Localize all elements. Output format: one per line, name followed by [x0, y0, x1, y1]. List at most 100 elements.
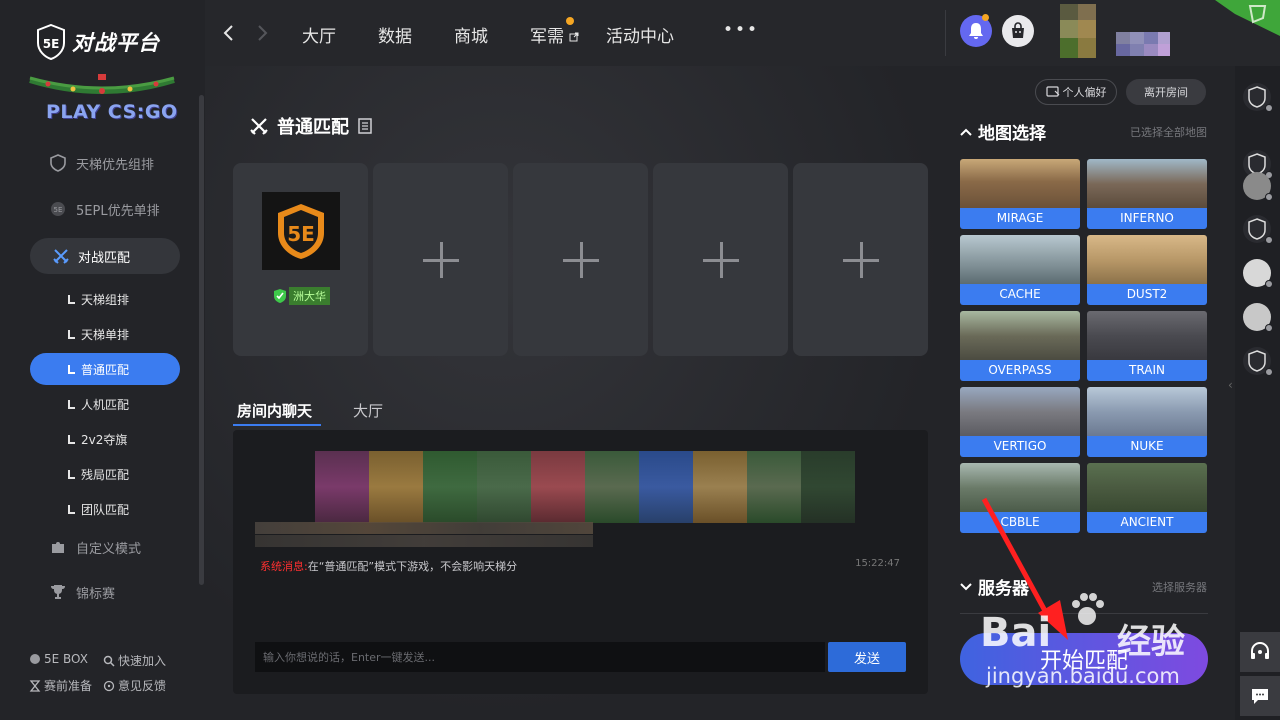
chat-panel: 系统消息:在“普通匹配”模式下游戏，不会影响天梯分 15:22:47 发送 [233, 430, 928, 694]
support-headset-icon[interactable] [1240, 632, 1280, 672]
sidebar-item-match[interactable]: 对战匹配 [30, 238, 180, 274]
empty-slot[interactable] [513, 163, 648, 356]
sub-item-ladder-solo[interactable]: 天梯单排 [68, 326, 129, 343]
start-match-button[interactable]: 开始匹配 [960, 633, 1208, 685]
map-card-ancient[interactable]: ANCIENT [1087, 463, 1207, 533]
map-thumbnail [1087, 311, 1207, 361]
app-logo[interactable]: 5E 对战平台 [36, 24, 160, 60]
tree-mark-icon [68, 295, 75, 304]
empty-slot[interactable] [373, 163, 508, 356]
player-name-tag: 洲大华 [273, 287, 330, 305]
tree-mark-icon [68, 470, 75, 479]
page-title: 普通匹配 [249, 113, 373, 139]
footer-label: 5E BOX [44, 652, 88, 666]
tab-shop[interactable]: 商城 [454, 22, 488, 47]
map-name: MIRAGE [960, 208, 1080, 229]
crossed-swords-icon [53, 249, 69, 264]
map-card-inferno[interactable]: INFERNO [1087, 159, 1207, 229]
tree-mark-icon [68, 330, 75, 339]
map-thumbnail [1087, 159, 1207, 209]
message-timestamp: 15:22:47 [855, 558, 900, 569]
sub-item-team-match[interactable]: 团队匹配 [68, 501, 129, 518]
sidebar-item-5epl[interactable]: 5E 5EPL优先单排 [48, 199, 160, 219]
back-arrow-icon[interactable] [222, 24, 236, 42]
footer-quick-join[interactable]: 快速加入 [103, 652, 166, 669]
map-thumbnail [1087, 235, 1207, 285]
sub-item-normal-match[interactable]: 普通匹配 [30, 353, 180, 385]
player-slot[interactable]: 5E 洲大华 [233, 163, 368, 356]
footer-feedback[interactable]: 意见反馈 [103, 677, 166, 694]
status-dot [1265, 236, 1273, 244]
map-name: CBBLE [960, 512, 1080, 533]
sidebar-item-label: 自定义模式 [76, 541, 142, 557]
footer-5ebox[interactable]: 5E BOX [29, 652, 88, 666]
collapse-arrow-icon[interactable]: ‹ [1228, 378, 1236, 398]
map-card-cbble[interactable]: CBBLE [960, 463, 1080, 533]
leave-room-button[interactable]: 离开房间 [1126, 79, 1206, 105]
tab-room-chat[interactable]: 房间内聊天 [237, 400, 312, 421]
map-card-dust2[interactable]: DUST2 [1087, 235, 1207, 305]
tree-mark-icon [68, 400, 75, 409]
sub-item-bot-match[interactable]: 人机匹配 [68, 396, 129, 413]
map-card-nuke[interactable]: NUKE [1087, 387, 1207, 457]
system-message-label: 系统消息: [260, 560, 308, 573]
map-name: OVERPASS [960, 360, 1080, 381]
map-name: DUST2 [1087, 284, 1207, 305]
avatar[interactable]: 5E [262, 192, 340, 270]
map-thumbnail [960, 235, 1080, 285]
map-thumbnail [960, 463, 1080, 513]
svg-text:5E: 5E [43, 37, 60, 51]
map-card-vertigo[interactable]: VERTIGO [960, 387, 1080, 457]
empty-slot[interactable] [793, 163, 928, 356]
map-card-mirage[interactable]: MIRAGE [960, 159, 1080, 229]
send-button[interactable]: 发送 [828, 642, 906, 672]
tab-lobby-chat[interactable]: 大厅 [353, 400, 383, 421]
5e-shield-icon: 5E [37, 24, 65, 60]
add-player-icon [562, 241, 599, 278]
status-dot [1265, 104, 1273, 112]
add-player-icon [422, 241, 459, 278]
more-menu-icon[interactable]: ••• [723, 20, 759, 40]
sidebar-item-ladder-team[interactable]: 天梯优先组排 [48, 153, 154, 173]
user-avatar[interactable] [1060, 4, 1170, 62]
5e-shield-icon: 5E [278, 204, 324, 259]
map-selection-note[interactable]: 已选择全部地图 [1130, 124, 1207, 140]
sidebar-item-label: 锦标赛 [76, 586, 116, 602]
empty-slot[interactable] [653, 163, 788, 356]
rules-doc-icon[interactable] [357, 117, 373, 135]
tab-lobby[interactable]: 大厅 [302, 22, 336, 47]
shop-bag-icon[interactable] [1002, 15, 1034, 47]
server-select-link[interactable]: 选择服务器 [1152, 579, 1207, 595]
blurred-text [255, 522, 593, 534]
sub-item-2v2-flag[interactable]: 2v2夺旗 [68, 431, 127, 448]
tab-events[interactable]: 活动中心 [606, 22, 674, 47]
tree-mark-icon [68, 505, 75, 514]
map-card-train[interactable]: TRAIN [1087, 311, 1207, 381]
chat-bubble-icon[interactable] [1240, 676, 1280, 716]
chat-input[interactable] [255, 642, 825, 672]
player-name: 洲大华 [289, 287, 330, 305]
sidebar-item-label: 天梯优先组排 [76, 157, 155, 173]
main-panel: 普通匹配 5E 洲大华 房间内聊天 大厅 系统消息:在“普通匹配”模式下游戏，不… [205, 66, 945, 720]
sub-item-label: 残局匹配 [81, 468, 130, 482]
trophy-icon [48, 582, 68, 602]
tab-supplies[interactable]: 军需 [530, 22, 579, 47]
map-card-overpass[interactable]: OVERPASS [960, 311, 1080, 381]
chevron-up-icon [960, 128, 972, 136]
forward-arrow-icon[interactable] [255, 24, 269, 42]
sidebar-scrollbar[interactable] [199, 95, 204, 585]
game-title: PLAY CS:GO [46, 101, 178, 123]
sub-item-endgame[interactable]: 残局匹配 [68, 466, 129, 483]
sub-item-label: 天梯组排 [81, 293, 130, 307]
map-card-cache[interactable]: CACHE [960, 235, 1080, 305]
tab-data[interactable]: 数据 [378, 22, 412, 47]
sub-item-ladder-team[interactable]: 天梯组排 [68, 291, 129, 308]
server-section-header[interactable]: 服务器 [960, 574, 1029, 599]
map-section-header[interactable]: 地图选择 [960, 119, 1046, 144]
sidebar-item-custom[interactable]: 自定义模式 [48, 537, 141, 557]
footer-prep[interactable]: 赛前准备 [29, 677, 92, 694]
map-name: ANCIENT [1087, 512, 1207, 533]
brand-name: 对战平台 [72, 31, 160, 55]
sidebar-item-tournament[interactable]: 锦标赛 [48, 582, 115, 602]
preferences-button[interactable]: 个人偏好 [1035, 79, 1117, 105]
